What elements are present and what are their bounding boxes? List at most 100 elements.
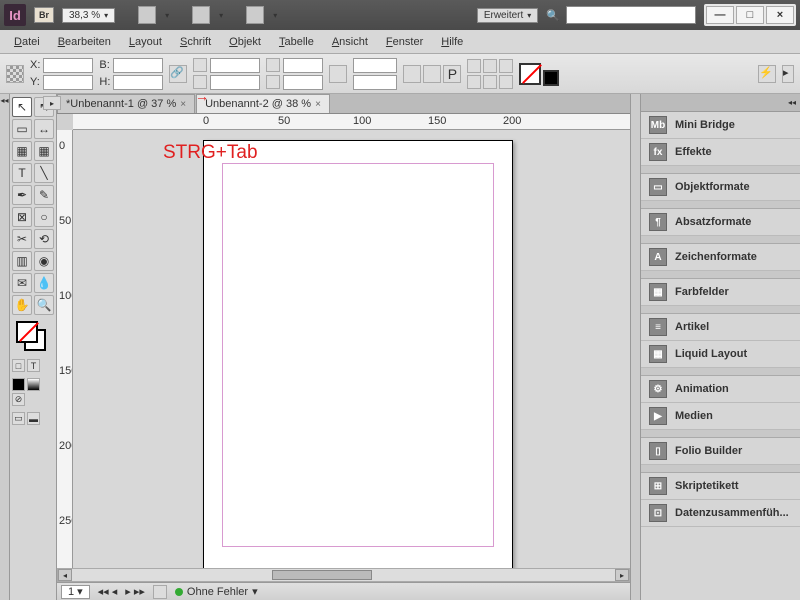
panel-collapse-icon[interactable]: ◂◂	[641, 94, 800, 112]
panel-liquid-layout[interactable]: ▦Liquid Layout	[641, 341, 800, 368]
panel-farbfelder[interactable]: ▦Farbfelder	[641, 279, 800, 306]
line-tool[interactable]: ╲	[34, 163, 54, 183]
close-button[interactable]: ×	[766, 6, 794, 24]
panel-zeichenformate[interactable]: AZeichenformate	[641, 244, 800, 271]
menu-layout[interactable]: Layout	[121, 33, 170, 51]
gradient-feather-tool[interactable]: ◉	[34, 251, 54, 271]
horizontal-scrollbar[interactable]: ◂ ▸	[57, 568, 630, 582]
type-tool[interactable]: T	[12, 163, 32, 183]
panel-objektformate[interactable]: ▭Objektformate	[641, 174, 800, 201]
close-tab-icon[interactable]: ×	[180, 99, 186, 110]
stroke-weight-input[interactable]	[353, 58, 397, 73]
align2-icon[interactable]	[467, 75, 481, 89]
document-page[interactable]	[203, 140, 513, 570]
align-icon[interactable]	[467, 59, 481, 73]
distribute2-icon[interactable]	[483, 75, 497, 89]
right-dock-strip[interactable]	[630, 94, 640, 600]
workspace-dropdown[interactable]: Erweitert	[477, 8, 538, 23]
canvas[interactable]: STRG+Tab	[73, 130, 630, 600]
open-panel-icon[interactable]	[153, 585, 167, 599]
x-input[interactable]	[43, 58, 93, 73]
quick-apply-icon[interactable]: ⚡	[758, 65, 776, 83]
page-tool[interactable]: ▭	[12, 119, 32, 139]
scroll-left-icon[interactable]: ◂	[58, 569, 72, 581]
eyedropper-tool[interactable]: 💧	[34, 273, 54, 293]
close-tab-icon[interactable]: ×	[315, 99, 321, 110]
hand-tool[interactable]: ✋	[12, 295, 32, 315]
reference-point-icon[interactable]	[6, 65, 24, 83]
ellipse-tool[interactable]: ○	[34, 207, 54, 227]
spacing-icon[interactable]	[499, 75, 513, 89]
gradient-swatch-tool[interactable]: ▥	[12, 251, 32, 271]
free-transform-tool[interactable]: ⟲	[34, 229, 54, 249]
rectangle-frame-tool[interactable]: ⊠	[12, 207, 32, 227]
preflight-status[interactable]: Ohne Fehler ▾	[175, 585, 258, 598]
view-options-icon[interactable]	[138, 6, 156, 24]
horizontal-ruler[interactable]: 0 50 100 150 200	[73, 114, 630, 130]
tab-unbenannt-1[interactable]: *Unbenannt-1 @ 37 %×	[57, 94, 195, 113]
minimize-button[interactable]: —	[706, 6, 734, 24]
left-dock-strip[interactable]: ◂◂	[0, 94, 10, 600]
page-number-field[interactable]: 1 ▾	[61, 585, 90, 599]
placeholder-text-icon[interactable]: P	[443, 65, 461, 83]
fill-stroke-swatches[interactable]	[16, 321, 46, 351]
zoom-tool[interactable]: 🔍	[34, 295, 54, 315]
preview-view-icon[interactable]: ▬	[27, 412, 40, 425]
w-input[interactable]	[113, 58, 163, 73]
panel-absatzformate[interactable]: ¶Absatzformate	[641, 209, 800, 236]
panel-effekte[interactable]: fxEffekte	[641, 139, 800, 166]
apply-gradient-icon[interactable]	[27, 378, 40, 391]
panel-datenzusammenf-h---[interactable]: ⊡Datenzusammenfüh...	[641, 500, 800, 527]
zoom-level-dropdown[interactable]: 38,3 %	[62, 8, 115, 23]
scrollbar-thumb[interactable]	[272, 570, 372, 580]
normal-view-icon[interactable]: ▭	[12, 412, 25, 425]
panel-menu-icon[interactable]: ▸	[782, 65, 794, 83]
stroke-style-input[interactable]	[353, 75, 397, 90]
stroke-swatch[interactable]	[543, 70, 559, 86]
vertical-ruler[interactable]: 0 50 100 150 200 250	[57, 130, 73, 600]
pencil-tool[interactable]: ✎	[34, 185, 54, 205]
distribute-icon[interactable]	[483, 59, 497, 73]
scissors-tool[interactable]: ✂	[12, 229, 32, 249]
h-input[interactable]	[113, 75, 163, 90]
scroll-right-icon[interactable]: ▸	[615, 569, 629, 581]
panel-mini-bridge[interactable]: MbMini Bridge	[641, 112, 800, 139]
panel-folio-builder[interactable]: ▯Folio Builder	[641, 438, 800, 465]
content-placer-tool[interactable]: ▦	[34, 141, 54, 161]
tab-unbenannt-2[interactable]: Unbenannt-2 @ 38 %×	[196, 94, 330, 113]
select-container-icon[interactable]	[403, 65, 421, 83]
menu-bearbeiten[interactable]: Bearbeiten	[50, 33, 119, 51]
y-input[interactable]	[43, 75, 93, 90]
scale-x-input[interactable]	[210, 58, 260, 73]
flip-h-icon[interactable]	[329, 65, 347, 83]
pathfinder-icon[interactable]	[499, 59, 513, 73]
menu-fenster[interactable]: Fenster	[378, 33, 431, 51]
select-content-icon[interactable]	[423, 65, 441, 83]
menu-schrift[interactable]: Schrift	[172, 33, 219, 51]
panel-skriptetikett[interactable]: ⊞Skriptetikett	[641, 473, 800, 500]
menu-datei[interactable]: Datei	[6, 33, 48, 51]
nav-prev-icon[interactable]: ◂◂ ◂	[98, 585, 118, 598]
panel-artikel[interactable]: ≡Artikel	[641, 314, 800, 341]
menu-objekt[interactable]: Objekt	[221, 33, 269, 51]
menu-ansicht[interactable]: Ansicht	[324, 33, 376, 51]
apply-black-icon[interactable]	[12, 378, 25, 391]
arrange-docs-icon[interactable]	[246, 6, 264, 24]
search-input[interactable]	[566, 6, 696, 24]
apply-none-icon[interactable]: ⊘	[12, 393, 25, 406]
shear-input[interactable]	[283, 75, 323, 90]
content-collector-tool[interactable]: ▦	[12, 141, 32, 161]
selection-tool[interactable]: ↖	[12, 97, 32, 117]
panel-medien[interactable]: ▶Medien	[641, 403, 800, 430]
constrain-icon[interactable]: 🔗	[169, 65, 187, 83]
rotate-input[interactable]	[283, 58, 323, 73]
maximize-button[interactable]: □	[736, 6, 764, 24]
menu-hilfe[interactable]: Hilfe	[433, 33, 471, 51]
bridge-badge-icon[interactable]: Br	[34, 7, 54, 23]
screen-mode-icon[interactable]	[192, 6, 210, 24]
fill-swatch[interactable]	[519, 63, 541, 85]
apply-color-icon[interactable]: □	[12, 359, 25, 372]
pen-tool[interactable]: ✒	[12, 185, 32, 205]
format-text-icon[interactable]: T	[27, 359, 40, 372]
scale-y-input[interactable]	[210, 75, 260, 90]
